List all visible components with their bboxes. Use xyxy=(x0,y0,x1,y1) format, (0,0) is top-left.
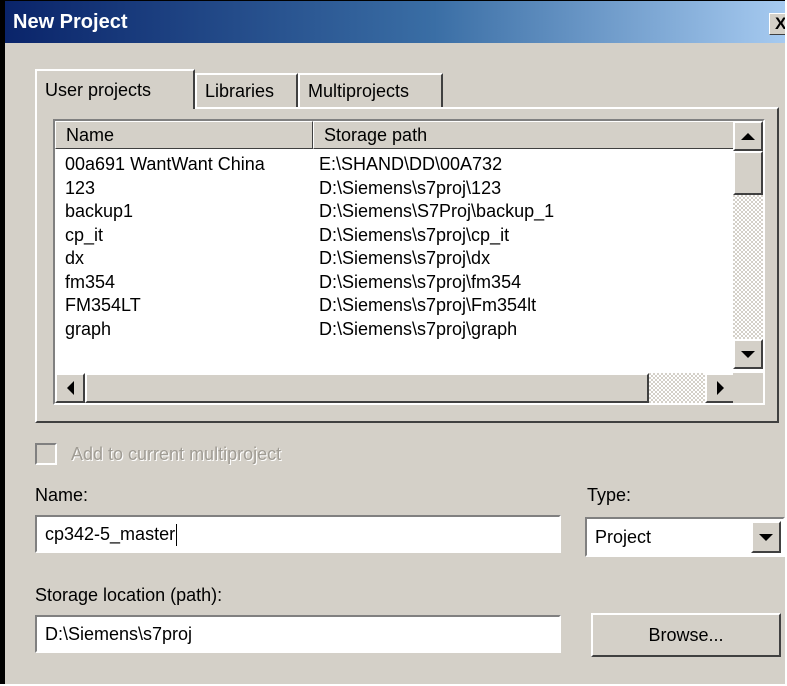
scroll-right-button[interactable] xyxy=(705,373,735,403)
add-to-multiproject-label: Add to current multiproject xyxy=(71,444,282,464)
scroll-right-icon xyxy=(716,381,724,395)
row-name: cp_it xyxy=(65,224,104,245)
type-select-value: Project xyxy=(595,527,652,547)
table-row[interactable]: 00a691 WantWant China E:\SHAND\DD\00A732 xyxy=(55,153,735,177)
row-name: backup1 xyxy=(65,201,134,221)
dialog-title: New Project xyxy=(13,11,128,33)
new-project-dialog: New Project X User projects Libraries Mu… xyxy=(0,0,785,684)
project-tab-control: User projects Libraries Multiprojects Na… xyxy=(35,63,779,423)
tab-libraries[interactable]: Libraries xyxy=(195,73,298,107)
project-list[interactable]: Name Storage path 00a691 WantWant China … xyxy=(53,119,765,405)
storage-location-label: Storage location (path): xyxy=(35,585,223,605)
add-to-multiproject-checkbox[interactable] xyxy=(35,443,57,465)
text-caret xyxy=(176,524,178,547)
project-name-input[interactable]: cp342-5_master xyxy=(35,515,561,553)
row-name: dx xyxy=(65,248,85,268)
table-row[interactable]: fm354 D:\Siemens\s7proj\fm354 xyxy=(55,271,735,295)
vertical-scrollbar[interactable] xyxy=(733,121,763,369)
type-label: Type: xyxy=(587,485,632,505)
type-select[interactable]: Project xyxy=(585,517,785,557)
row-path: D:\Siemens\s7proj\graph xyxy=(319,318,518,339)
row-path: D:\Siemens\s7proj\cp_it xyxy=(319,224,510,245)
close-button[interactable]: X xyxy=(769,13,785,35)
table-row[interactable]: backup1 D:\Siemens\S7Proj\backup_1 xyxy=(55,200,735,224)
user-projects-pane: Name Storage path 00a691 WantWant China … xyxy=(35,107,779,423)
name-label: Name: xyxy=(35,485,89,505)
column-header-storage-path[interactable]: Storage path xyxy=(313,121,735,149)
table-row[interactable]: FM354LT D:\Siemens\s7proj\Fm354lt xyxy=(55,294,735,318)
table-row[interactable]: graph D:\Siemens\s7proj\graph xyxy=(55,318,735,342)
type-dropdown-button[interactable] xyxy=(751,521,781,553)
row-path: D:\Siemens\s7proj\Fm354lt xyxy=(319,295,537,315)
tab-user-projects[interactable]: User projects xyxy=(35,69,195,109)
scroll-down-icon xyxy=(741,350,755,358)
horizontal-scroll-thumb[interactable] xyxy=(85,373,649,403)
row-name: graph xyxy=(65,318,112,339)
title-bar[interactable]: New Project X xyxy=(5,1,785,43)
row-path: D:\Siemens\s7proj\fm354 xyxy=(319,271,522,292)
vertical-scroll-thumb[interactable] xyxy=(733,151,763,195)
horizontal-scrollbar[interactable] xyxy=(55,373,735,403)
storage-location-input[interactable]: D:\Siemens\s7proj xyxy=(35,615,561,653)
dropdown-arrow-icon xyxy=(759,533,773,541)
row-name: fm354 xyxy=(65,271,116,292)
row-path: D:\Siemens\S7Proj\backup_1 xyxy=(319,201,555,221)
column-header-name[interactable]: Name xyxy=(55,121,313,149)
table-row[interactable]: dx D:\Siemens\s7proj\dx xyxy=(55,247,735,271)
row-path: D:\Siemens\s7proj\123 xyxy=(319,177,502,198)
browse-button[interactable]: Browse... xyxy=(591,613,781,657)
tab-multiprojects[interactable]: Multiprojects xyxy=(298,73,443,107)
row-path: E:\SHAND\DD\00A732 xyxy=(319,154,503,174)
row-path: D:\Siemens\s7proj\dx xyxy=(319,248,491,268)
row-name: 123 xyxy=(65,177,96,198)
scroll-left-button[interactable] xyxy=(55,373,85,403)
scroll-left-icon xyxy=(66,381,74,395)
project-name-value: cp342-5_master xyxy=(45,524,176,544)
table-row[interactable]: cp_it D:\Siemens\s7proj\cp_it xyxy=(55,224,735,248)
scroll-down-button[interactable] xyxy=(733,339,763,369)
row-name: 00a691 WantWant China xyxy=(65,154,265,174)
scroll-up-icon xyxy=(741,132,755,140)
list-header: Name Storage path xyxy=(55,121,735,149)
scroll-up-button[interactable] xyxy=(733,121,763,151)
close-icon: X xyxy=(775,14,785,33)
scrollbar-corner xyxy=(733,373,763,403)
table-row[interactable]: 123 D:\Siemens\s7proj\123 xyxy=(55,177,735,201)
row-name: FM354LT xyxy=(65,295,141,315)
list-rows: 00a691 WantWant China E:\SHAND\DD\00A732… xyxy=(55,153,735,341)
